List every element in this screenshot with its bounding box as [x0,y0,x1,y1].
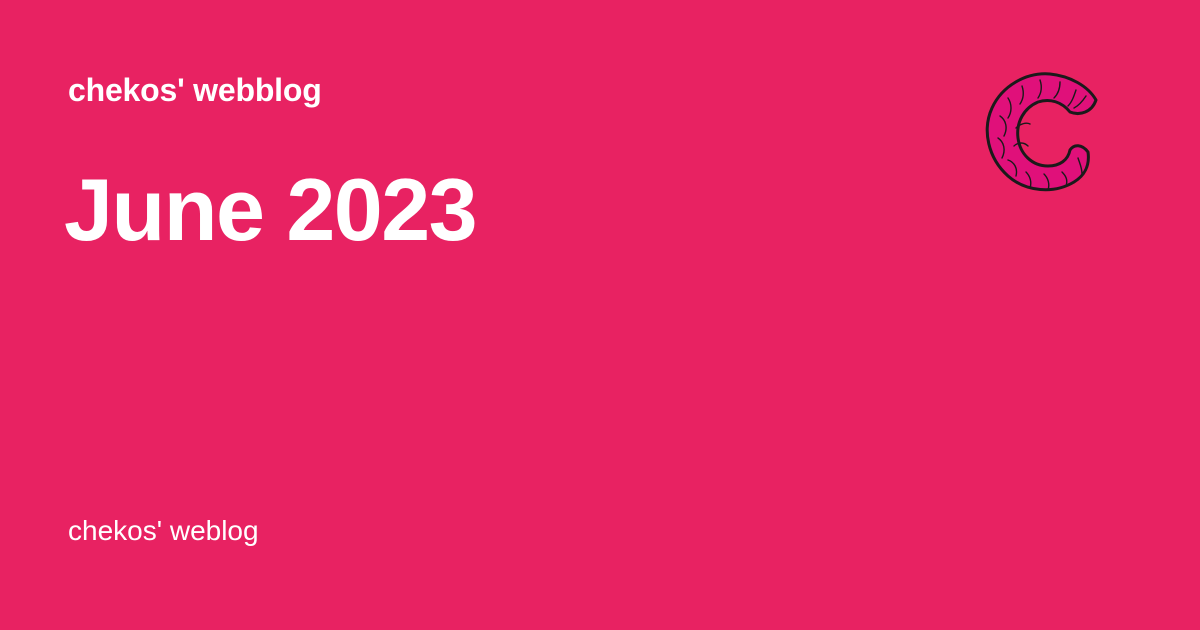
croissant-c-logo-icon [985,72,1098,192]
footer-site-name: chekos' weblog [68,515,259,546]
page-title: June 2023 [64,160,478,259]
site-name-heading: chekos' webblog [68,72,322,108]
logo [978,68,1108,198]
